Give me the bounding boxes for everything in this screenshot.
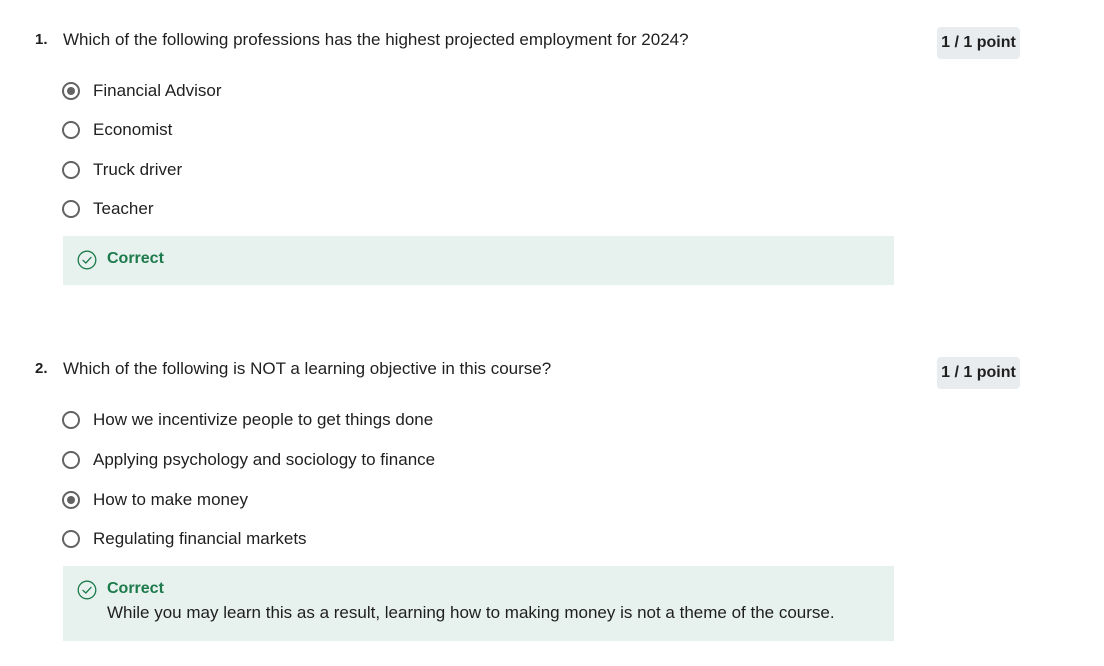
check-circle-icon [77, 250, 97, 270]
option-make-money[interactable]: How to make money [62, 488, 248, 512]
option-label: How we incentivize people to get things … [93, 410, 434, 429]
points-badge: 1 / 1 point [937, 357, 1020, 389]
question-number: 2. [35, 360, 48, 377]
option-label: How to make money [93, 490, 248, 509]
points-label: 1 / 1 point [941, 34, 1016, 51]
option-label: Economist [93, 120, 173, 139]
radio-button[interactable] [62, 530, 80, 548]
feedback-explanation: While you may learn this as a result, le… [107, 603, 835, 622]
points-label: 1 / 1 point [941, 364, 1016, 381]
radio-button-selected[interactable] [62, 491, 80, 509]
points-badge: 1 / 1 point [937, 27, 1020, 59]
option-regulating-markets[interactable]: Regulating financial markets [62, 527, 307, 551]
question-text: Which of the following is NOT a learning… [63, 359, 552, 378]
feedback-title: Correct [107, 250, 164, 267]
option-financial-advisor[interactable]: Financial Advisor [62, 79, 222, 103]
option-label: Truck driver [93, 160, 183, 179]
feedback-panel: Correct While you may learn this as a re… [63, 566, 894, 641]
radio-button[interactable] [62, 451, 80, 469]
feedback-panel: Correct [63, 236, 894, 285]
option-teacher[interactable]: Teacher [62, 197, 153, 221]
radio-button[interactable] [62, 121, 80, 139]
option-label: Teacher [93, 199, 154, 218]
option-label: Regulating financial markets [93, 529, 307, 548]
radio-button[interactable] [62, 161, 80, 179]
feedback-title: Correct [107, 580, 164, 597]
radio-button[interactable] [62, 411, 80, 429]
option-truck-driver[interactable]: Truck driver [62, 158, 182, 182]
option-psychology-sociology[interactable]: Applying psychology and sociology to fin… [62, 448, 435, 472]
option-label: Financial Advisor [93, 81, 222, 100]
option-incentivize[interactable]: How we incentivize people to get things … [62, 408, 433, 432]
radio-button[interactable] [62, 200, 80, 218]
option-label: Applying psychology and sociology to fin… [93, 450, 436, 469]
option-economist[interactable]: Economist [62, 118, 172, 142]
radio-button-selected[interactable] [62, 82, 80, 100]
question-text: Which of the following professions has t… [63, 30, 689, 49]
check-circle-icon [77, 580, 97, 600]
question-number: 1. [35, 31, 48, 48]
